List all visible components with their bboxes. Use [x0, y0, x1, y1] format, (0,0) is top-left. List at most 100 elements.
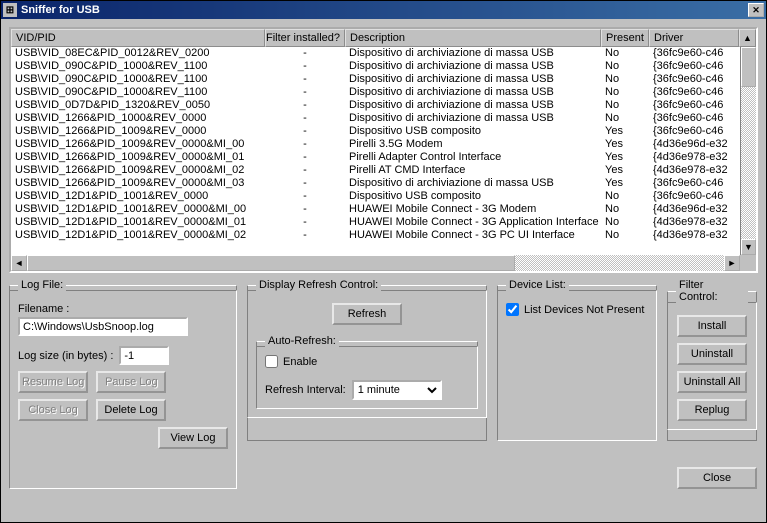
cell-vidpid: USB\VID_1266&PID_1009&REV_0000&MI_01	[11, 151, 265, 164]
table-row[interactable]: USB\VID_12D1&PID_1001&REV_0000&MI_00-HUA…	[11, 203, 756, 216]
cell-driver: {4d36e978-e32	[649, 164, 739, 177]
enable-checkbox-input[interactable]	[265, 355, 278, 368]
cell-vidpid: USB\VID_090C&PID_1000&REV_1100	[11, 73, 265, 86]
delete-log-button[interactable]: Delete Log	[96, 399, 166, 421]
cell-description: Dispositivo di archiviazione di massa US…	[345, 73, 601, 86]
cell-vidpid: USB\VID_1266&PID_1000&REV_0000	[11, 112, 265, 125]
table-row[interactable]: USB\VID_1266&PID_1009&REV_0000&MI_03-Dis…	[11, 177, 756, 190]
cell-present: No	[601, 203, 649, 216]
table-row[interactable]: USB\VID_0D7D&PID_1320&REV_0050-Dispositi…	[11, 99, 756, 112]
cell-description: Dispositivo di archiviazione di massa US…	[345, 112, 601, 125]
cell-vidpid: USB\VID_08EC&PID_0012&REV_0200	[11, 47, 265, 60]
cell-filter: -	[265, 151, 345, 164]
table-row[interactable]: USB\VID_1266&PID_1009&REV_0000-Dispositi…	[11, 125, 756, 138]
col-vidpid[interactable]: VID/PID	[11, 29, 265, 47]
install-button[interactable]: Install	[677, 315, 747, 337]
resume-log-button[interactable]: Resume Log	[18, 371, 88, 393]
table-row[interactable]: USB\VID_1266&PID_1009&REV_0000&MI_01-Pir…	[11, 151, 756, 164]
scroll-up-button[interactable]: ▲	[739, 29, 756, 47]
scroll-down-button[interactable]: ▼	[741, 239, 756, 255]
filename-label: Filename :	[18, 303, 228, 315]
auto-refresh-group: Auto-Refresh: Enable Refresh Interval: 1…	[256, 335, 478, 409]
logfile-legend: Log File:	[18, 279, 66, 291]
close-log-button[interactable]: Close Log	[18, 399, 88, 421]
table-row[interactable]: USB\VID_090C&PID_1000&REV_1100-Dispositi…	[11, 60, 756, 73]
titlebar[interactable]: ⊞ Sniffer for USB ✕	[1, 1, 766, 19]
cell-present: No	[601, 190, 649, 203]
cell-driver: {36fc9e60-c46	[649, 99, 739, 112]
cell-present: Yes	[601, 151, 649, 164]
table-row[interactable]: USB\VID_1266&PID_1009&REV_0000&MI_00-Pir…	[11, 138, 756, 151]
cell-filter: -	[265, 177, 345, 190]
table-row[interactable]: USB\VID_1266&PID_1000&REV_0000-Dispositi…	[11, 112, 756, 125]
cell-description: Dispositivo USB composito	[345, 190, 601, 203]
cell-driver: {4d36e96d-e32	[649, 138, 739, 151]
uninstall-button[interactable]: Uninstall	[677, 343, 747, 365]
table-row[interactable]: USB\VID_1266&PID_1009&REV_0000&MI_02-Pir…	[11, 164, 756, 177]
list-not-present-input[interactable]	[506, 303, 519, 316]
window-title: Sniffer for USB	[21, 4, 748, 16]
scroll-thumb[interactable]	[741, 47, 756, 87]
col-present[interactable]: Present	[601, 29, 649, 47]
cell-driver: {36fc9e60-c46	[649, 190, 739, 203]
cell-vidpid: USB\VID_12D1&PID_1001&REV_0000&MI_02	[11, 229, 265, 242]
cell-vidpid: USB\VID_1266&PID_1009&REV_0000	[11, 125, 265, 138]
filter-group: Filter Control: Install Uninstall Uninst…	[667, 279, 757, 441]
col-filter[interactable]: Filter installed?	[265, 29, 345, 47]
cell-vidpid: USB\VID_1266&PID_1009&REV_0000&MI_03	[11, 177, 265, 190]
logsize-label: Log size (in bytes) :	[18, 350, 113, 362]
cell-filter: -	[265, 164, 345, 177]
cell-driver: {36fc9e60-c46	[649, 60, 739, 73]
device-table: VID/PID Filter installed? Description Pr…	[9, 27, 758, 273]
cell-filter: -	[265, 47, 345, 60]
cell-driver: {4d36e978-e32	[649, 151, 739, 164]
interval-select[interactable]: 1 minute	[352, 380, 442, 400]
logsize-input[interactable]	[119, 346, 169, 365]
client-area: VID/PID Filter installed? Description Pr…	[1, 19, 766, 522]
col-driver[interactable]: Driver	[649, 29, 739, 47]
filename-input[interactable]	[18, 317, 188, 336]
table-row[interactable]: USB\VID_090C&PID_1000&REV_1100-Dispositi…	[11, 86, 756, 99]
cell-present: No	[601, 86, 649, 99]
refresh-legend: Display Refresh Control:	[256, 279, 381, 291]
table-row[interactable]: USB\VID_12D1&PID_1001&REV_0000&MI_01-HUA…	[11, 216, 756, 229]
scroll-left-button[interactable]: ◄	[11, 255, 27, 271]
cell-description: Dispositivo di archiviazione di massa US…	[345, 177, 601, 190]
cell-driver: {36fc9e60-c46	[649, 177, 739, 190]
replug-button[interactable]: Replug	[677, 399, 747, 421]
vertical-scrollbar[interactable]: ▼	[740, 47, 756, 255]
auto-refresh-legend: Auto-Refresh:	[265, 335, 339, 347]
horizontal-scrollbar[interactable]: ◄ ►	[11, 255, 756, 271]
cell-driver: {36fc9e60-c46	[649, 47, 739, 60]
pause-log-button[interactable]: Pause Log	[96, 371, 166, 393]
cell-vidpid: USB\VID_12D1&PID_1001&REV_0000&MI_00	[11, 203, 265, 216]
cell-present: Yes	[601, 138, 649, 151]
cell-driver: {36fc9e60-c46	[649, 73, 739, 86]
close-icon[interactable]: ✕	[748, 3, 764, 17]
table-row[interactable]: USB\VID_12D1&PID_1001&REV_0000-Dispositi…	[11, 190, 756, 203]
list-not-present-checkbox[interactable]: List Devices Not Present	[506, 303, 648, 316]
refresh-button[interactable]: Refresh	[332, 303, 402, 325]
enable-checkbox[interactable]: Enable	[265, 355, 469, 368]
table-row[interactable]: USB\VID_08EC&PID_0012&REV_0200-Dispositi…	[11, 47, 756, 60]
scroll-right-button[interactable]: ►	[724, 255, 740, 271]
cell-description: Dispositivo di archiviazione di massa US…	[345, 99, 601, 112]
cell-vidpid: USB\VID_12D1&PID_1001&REV_0000	[11, 190, 265, 203]
bottom-panels: Log File: Filename : Log size (in bytes)…	[9, 279, 758, 489]
enable-label: Enable	[283, 356, 317, 368]
hscroll-thumb[interactable]	[27, 255, 515, 271]
hscroll-track[interactable]	[27, 255, 724, 271]
uninstall-all-button[interactable]: Uninstall All	[677, 371, 747, 393]
cell-present: Yes	[601, 125, 649, 138]
cell-filter: -	[265, 125, 345, 138]
col-description[interactable]: Description	[345, 29, 601, 47]
cell-vidpid: USB\VID_1266&PID_1009&REV_0000&MI_00	[11, 138, 265, 151]
table-row[interactable]: USB\VID_12D1&PID_1001&REV_0000&MI_02-HUA…	[11, 229, 756, 242]
close-button[interactable]: Close	[677, 467, 757, 489]
table-row[interactable]: USB\VID_090C&PID_1000&REV_1100-Dispositi…	[11, 73, 756, 86]
view-log-button[interactable]: View Log	[158, 427, 228, 449]
scroll-track[interactable]	[741, 47, 756, 239]
scroll-corner	[740, 255, 756, 271]
logfile-group: Log File: Filename : Log size (in bytes)…	[9, 279, 237, 489]
cell-description: Dispositivo USB composito	[345, 125, 601, 138]
